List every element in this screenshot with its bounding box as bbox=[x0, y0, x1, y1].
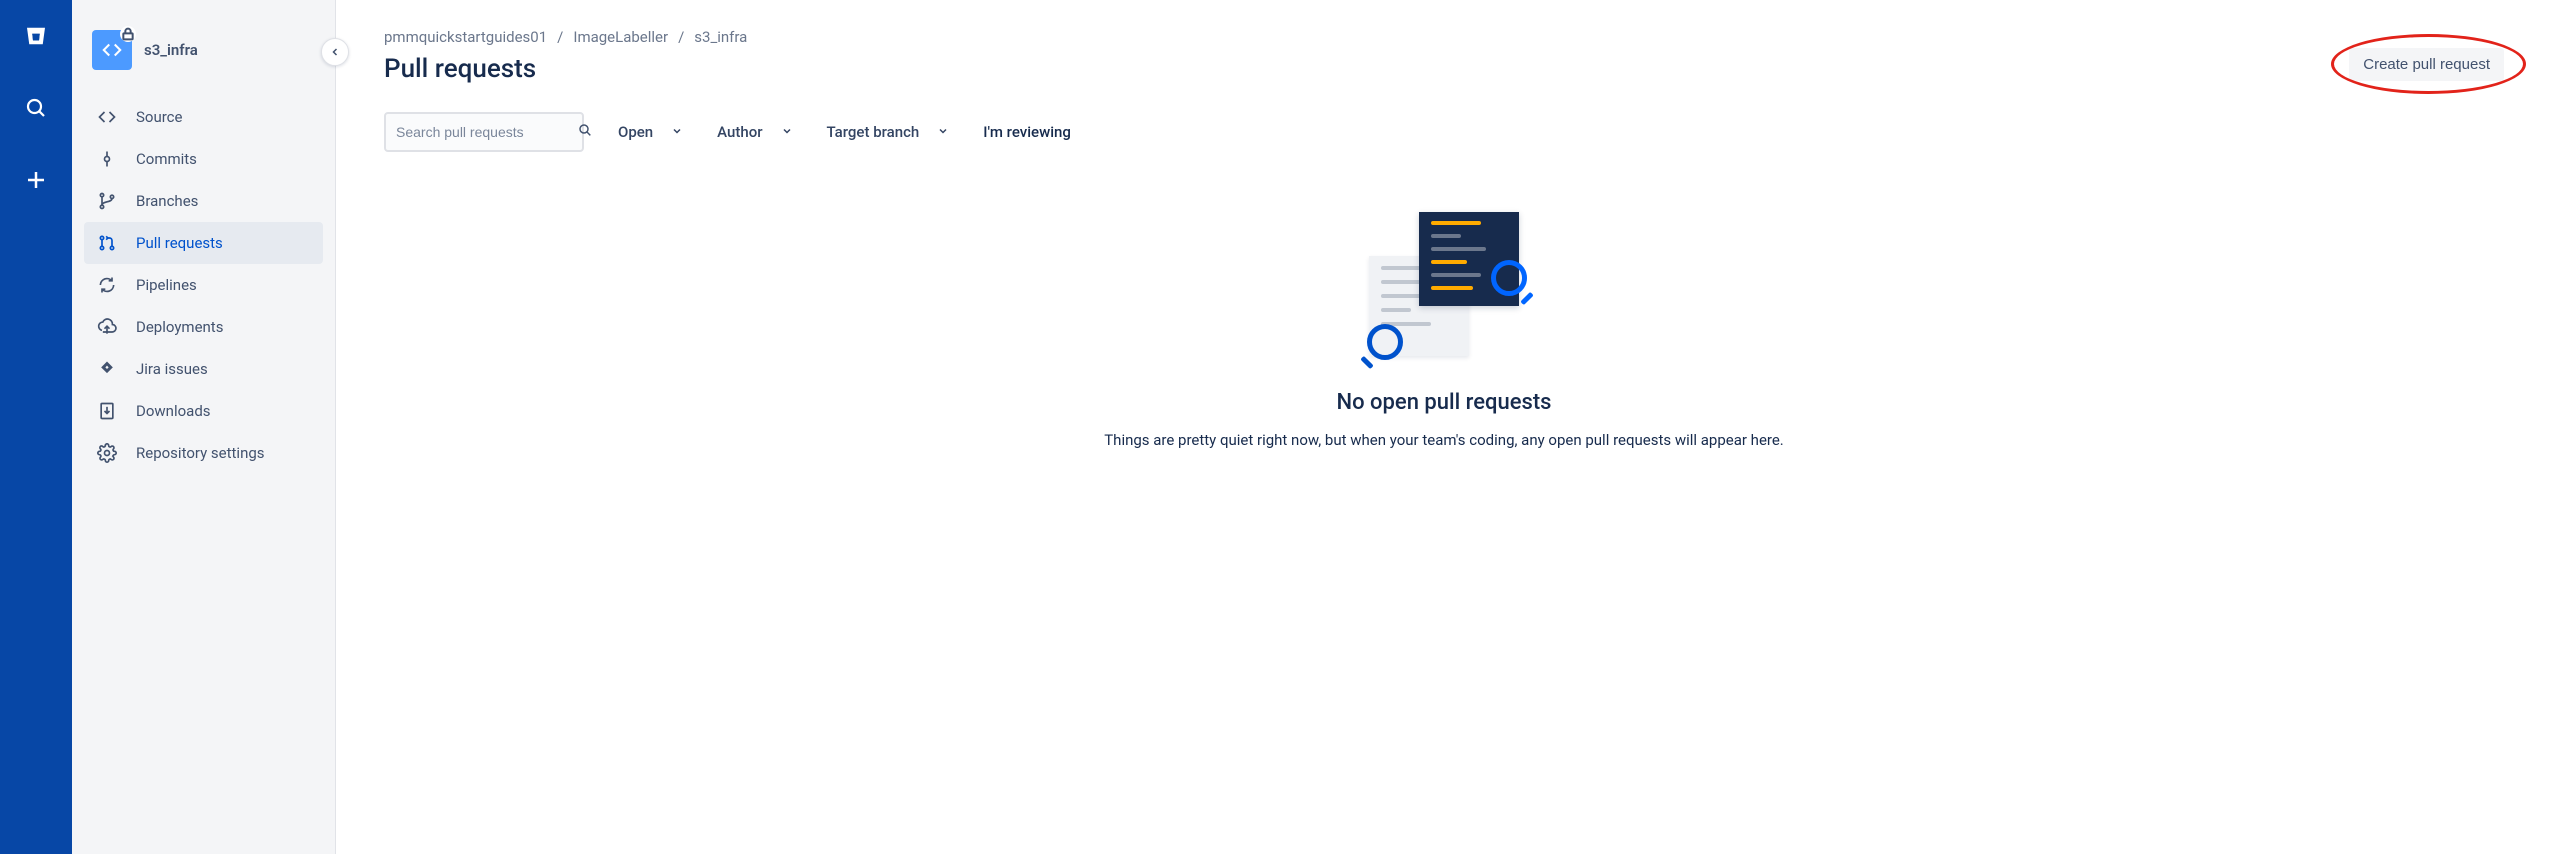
sidebar-item-pipelines[interactable]: Pipelines bbox=[84, 264, 323, 306]
filter-bar: Open Author Target branch I'm reviewing bbox=[384, 112, 2504, 152]
settings-icon bbox=[96, 442, 118, 464]
sidebar-item-source[interactable]: Source bbox=[84, 96, 323, 138]
empty-state: No open pull requests Things are pretty … bbox=[1094, 212, 1794, 452]
sidebar-item-label: Pull requests bbox=[136, 234, 223, 252]
empty-state-title: No open pull requests bbox=[1094, 390, 1794, 415]
jira-icon bbox=[96, 358, 118, 380]
code-icon bbox=[96, 106, 118, 128]
empty-state-description: Things are pretty quiet right now, but w… bbox=[1094, 429, 1794, 452]
filter-label: Author bbox=[717, 123, 762, 141]
chevron-down-icon bbox=[671, 123, 683, 141]
lock-icon bbox=[120, 26, 136, 42]
page-title: Pull requests bbox=[384, 54, 2504, 84]
sidebar-item-label: Source bbox=[136, 108, 182, 126]
breadcrumb-separator: / bbox=[678, 28, 684, 46]
repo-name: s3_infra bbox=[144, 41, 198, 59]
chevron-down-icon bbox=[781, 123, 793, 141]
repo-header: s3_infra bbox=[84, 24, 323, 88]
search-icon bbox=[577, 122, 593, 142]
global-nav-rail bbox=[0, 0, 72, 854]
search-pull-requests[interactable] bbox=[384, 112, 584, 152]
pipelines-icon bbox=[96, 274, 118, 296]
repo-avatar-icon bbox=[92, 30, 132, 70]
chevron-down-icon bbox=[937, 123, 949, 141]
breadcrumb-item[interactable]: ImageLabeller bbox=[573, 28, 668, 46]
breadcrumb-item[interactable]: s3_infra bbox=[694, 28, 747, 46]
add-icon[interactable] bbox=[16, 160, 56, 200]
sidebar-item-branches[interactable]: Branches bbox=[84, 180, 323, 222]
sidebar-item-label: Pipelines bbox=[136, 276, 197, 294]
commits-icon bbox=[96, 148, 118, 170]
sidebar-item-pull-requests[interactable]: Pull requests bbox=[84, 222, 323, 264]
sidebar-item-downloads[interactable]: Downloads bbox=[84, 390, 323, 432]
sidebar-item-label: Jira issues bbox=[136, 360, 208, 378]
filter-target-branch-dropdown[interactable]: Target branch bbox=[827, 123, 950, 141]
filter-label: Open bbox=[618, 123, 653, 141]
search-icon[interactable] bbox=[16, 88, 56, 128]
sidebar-item-label: Branches bbox=[136, 192, 198, 210]
filter-state-dropdown[interactable]: Open bbox=[618, 123, 683, 141]
main-content: pmmquickstartguides01 / ImageLabeller / … bbox=[336, 0, 2552, 854]
downloads-icon bbox=[96, 400, 118, 422]
breadcrumb-item[interactable]: pmmquickstartguides01 bbox=[384, 28, 547, 46]
sidebar-item-label: Deployments bbox=[136, 318, 223, 336]
sidebar-item-label: Repository settings bbox=[136, 444, 265, 462]
breadcrumb-separator: / bbox=[557, 28, 563, 46]
sidebar-item-label: Commits bbox=[136, 150, 197, 168]
breadcrumb: pmmquickstartguides01 / ImageLabeller / … bbox=[384, 28, 2504, 46]
pull-request-icon bbox=[96, 232, 118, 254]
bitbucket-logo-icon[interactable] bbox=[16, 16, 56, 56]
sidebar-item-jira-issues[interactable]: Jira issues bbox=[84, 348, 323, 390]
create-pull-request-button[interactable]: Create pull request bbox=[2349, 48, 2504, 81]
sidebar-item-deployments[interactable]: Deployments bbox=[84, 306, 323, 348]
sidebar-item-commits[interactable]: Commits bbox=[84, 138, 323, 180]
nav-list: Source Commits Branches Pull requests Pi… bbox=[84, 96, 323, 474]
filter-author-dropdown[interactable]: Author bbox=[717, 123, 792, 141]
filter-label: Target branch bbox=[827, 123, 920, 141]
im-reviewing-link[interactable]: I'm reviewing bbox=[983, 123, 1071, 141]
deployments-icon bbox=[96, 316, 118, 338]
sidebar-item-label: Downloads bbox=[136, 402, 211, 420]
empty-illustration-icon bbox=[1359, 212, 1529, 362]
branches-icon bbox=[96, 190, 118, 212]
repo-sidebar: s3_infra Source Commits Branches Pull re… bbox=[72, 0, 336, 854]
sidebar-item-repo-settings[interactable]: Repository settings bbox=[84, 432, 323, 474]
search-input[interactable] bbox=[396, 124, 577, 140]
